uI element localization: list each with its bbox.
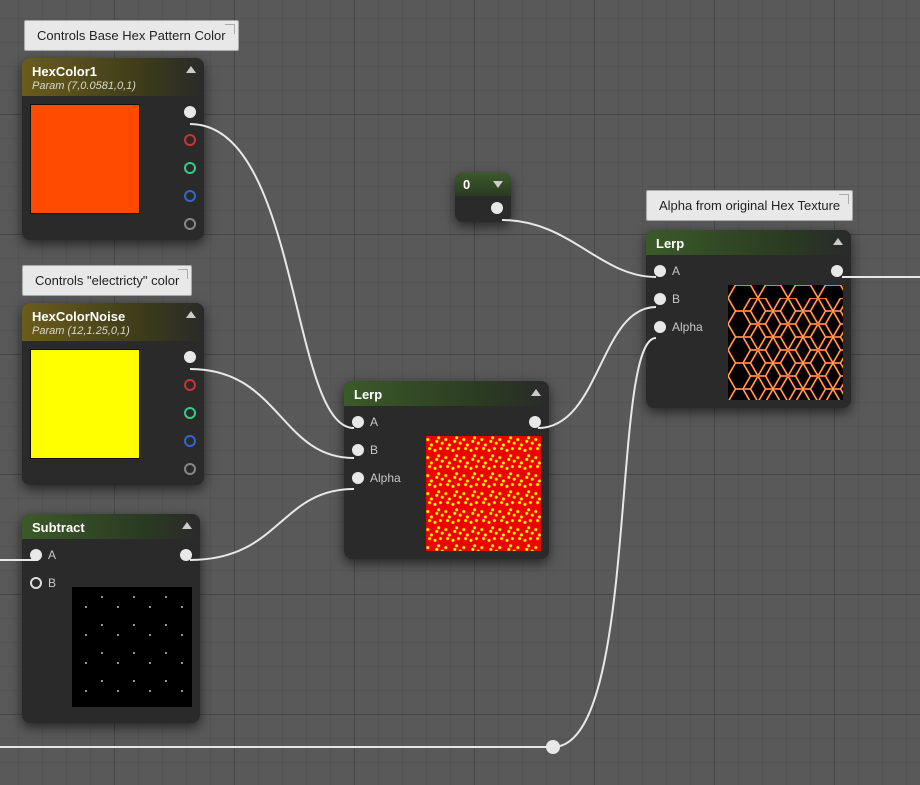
output-pin-r[interactable] — [184, 132, 196, 148]
output-pin-r[interactable] — [184, 377, 196, 393]
collapse-icon[interactable] — [186, 311, 196, 318]
color-preview — [30, 349, 140, 459]
node-hexcolor1[interactable]: HexColor1 Param (7,0.0581,0,1) — [22, 58, 204, 240]
resize-icon — [225, 24, 235, 34]
node-header[interactable]: HexColorNoise Param (12,1.25,0,1) — [22, 303, 204, 341]
collapse-icon[interactable] — [833, 238, 843, 245]
node-subtitle: Param (12,1.25,0,1) — [32, 325, 194, 337]
node-header[interactable]: Subtract — [22, 514, 200, 539]
comment-text: Alpha from original Hex Texture — [659, 198, 840, 213]
node-hexcolornoise[interactable]: HexColorNoise Param (12,1.25,0,1) — [22, 303, 204, 485]
output-pin[interactable] — [491, 202, 503, 214]
resize-icon — [839, 194, 849, 204]
node-title: Lerp — [656, 236, 684, 251]
reroute-node[interactable] — [546, 740, 560, 754]
output-pin-rgba[interactable] — [184, 349, 196, 365]
input-pin-b[interactable]: B — [352, 442, 378, 458]
chevron-down-icon[interactable] — [493, 181, 503, 188]
collapse-icon[interactable] — [186, 66, 196, 73]
comment-alpha-hex-texture[interactable]: Alpha from original Hex Texture — [646, 190, 853, 221]
comment-text: Controls "electricty" color — [35, 273, 179, 288]
node-header[interactable]: Lerp — [344, 381, 549, 406]
output-pin-a[interactable] — [184, 461, 196, 477]
output-pin-rgba[interactable] — [184, 104, 196, 120]
input-pin-a[interactable]: A — [654, 263, 680, 279]
output-pin-a[interactable] — [184, 216, 196, 232]
node-subtract[interactable]: Subtract A B — [22, 514, 200, 723]
collapse-icon[interactable] — [531, 389, 541, 396]
node-header[interactable]: Lerp — [646, 230, 851, 255]
node-constant[interactable]: 0 — [455, 173, 511, 222]
input-pin-a[interactable]: A — [30, 547, 56, 563]
input-pin-b[interactable]: B — [30, 575, 56, 591]
node-lerp-2[interactable]: Lerp A B Alpha — [646, 230, 851, 408]
node-subtitle: Param (7,0.0581,0,1) — [32, 80, 194, 92]
color-preview — [30, 104, 140, 214]
node-title: HexColorNoise — [32, 309, 125, 324]
collapse-icon[interactable] — [182, 522, 192, 529]
node-title: Subtract — [32, 520, 85, 535]
node-header[interactable]: HexColor1 Param (7,0.0581,0,1) — [22, 58, 204, 96]
constant-value: 0 — [463, 177, 470, 192]
node-header[interactable]: 0 — [455, 173, 511, 196]
lerp-preview — [426, 436, 541, 551]
input-pin-b[interactable]: B — [654, 291, 680, 307]
output-pin[interactable] — [529, 414, 541, 430]
lerp-preview — [728, 285, 843, 400]
comment-electricity-color[interactable]: Controls "electricty" color — [22, 265, 192, 296]
output-pin[interactable] — [180, 547, 192, 563]
input-pin-a[interactable]: A — [352, 414, 378, 430]
node-title: Lerp — [354, 387, 382, 402]
resize-icon — [178, 269, 188, 279]
node-title: HexColor1 — [32, 64, 97, 79]
output-pin[interactable] — [831, 263, 843, 279]
output-pin-b[interactable] — [184, 188, 196, 204]
output-pin-b[interactable] — [184, 433, 196, 449]
comment-base-hex-color[interactable]: Controls Base Hex Pattern Color — [24, 20, 239, 51]
output-pin-g[interactable] — [184, 405, 196, 421]
output-pin-g[interactable] — [184, 160, 196, 176]
input-pin-alpha[interactable]: Alpha — [352, 470, 401, 486]
input-pin-alpha[interactable]: Alpha — [654, 319, 703, 335]
node-lerp-1[interactable]: Lerp A B Alpha — [344, 381, 549, 559]
comment-text: Controls Base Hex Pattern Color — [37, 28, 226, 43]
subtract-preview — [72, 587, 192, 707]
